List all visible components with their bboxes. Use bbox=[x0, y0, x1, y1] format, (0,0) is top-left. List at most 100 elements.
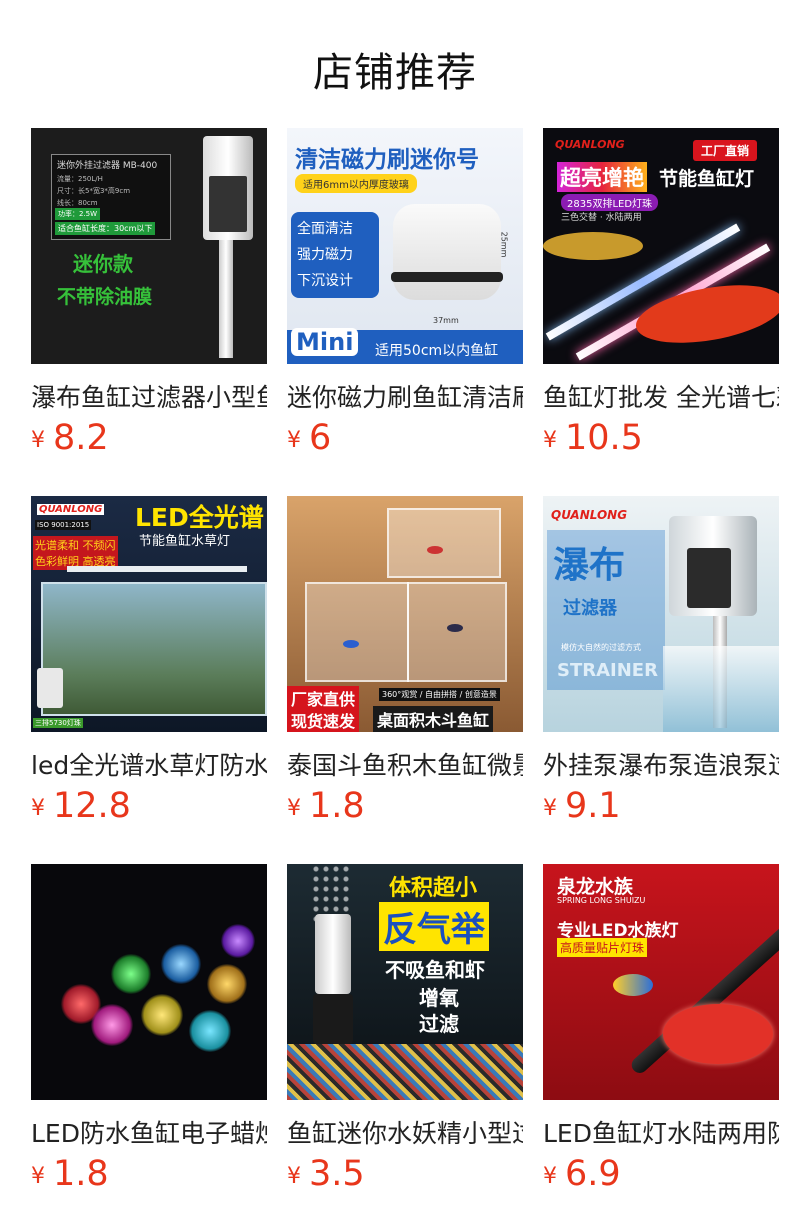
product-name[interactable]: LED防水鱼缸电子蜡烛灯 bbox=[31, 1114, 267, 1150]
currency-symbol: ¥ bbox=[543, 1164, 557, 1189]
candle-light bbox=[161, 944, 201, 984]
image-text: Mini bbox=[291, 328, 359, 356]
image-text: STRAINER bbox=[557, 660, 658, 681]
product-price: ¥6.9 bbox=[543, 1154, 621, 1194]
product-card[interactable]: 清洁磁力刷迷你号 适用6mm以内厚度玻璃 全面清洁 强力磁力 下沉设计 25mm… bbox=[287, 128, 523, 458]
product-price: ¥3.5 bbox=[287, 1154, 365, 1194]
magnet-brush bbox=[393, 204, 501, 300]
image-text: 超亮增艳 bbox=[557, 162, 647, 192]
image-text: 瀑布 bbox=[553, 545, 626, 586]
image-text: 节能鱼缸水草灯 bbox=[139, 534, 231, 549]
filter-chamber bbox=[209, 176, 247, 232]
product-image[interactable]: 泉龙水族 SPRING LONG SHUIZU 专业LED水族灯 高质量贴片灯珠 bbox=[543, 864, 779, 1100]
product-image[interactable]: 清洁磁力刷迷你号 适用6mm以内厚度玻璃 全面清洁 强力磁力 下沉设计 25mm… bbox=[287, 128, 523, 364]
brand-logo: QUANLONG bbox=[551, 508, 628, 522]
betta-fish bbox=[343, 640, 359, 648]
filter-pipe bbox=[219, 240, 233, 358]
product-image[interactable]: 迷你外挂过滤器 MB-400 流量：250L/H 尺寸：长5*宽3*高9cm 线… bbox=[31, 128, 267, 364]
product-name[interactable]: LED鱼缸灯水陆两用防水灯 bbox=[543, 1114, 779, 1150]
product-image[interactable]: 体积超小 反气举 不吸鱼和虾 增氧 过滤 bbox=[287, 864, 523, 1100]
brand-logo: QUANLONG bbox=[37, 504, 105, 515]
product-price: ¥9.1 bbox=[543, 786, 621, 826]
price-value: 6 bbox=[309, 418, 332, 458]
image-text: 模仿大自然的过滤方式 bbox=[561, 643, 641, 652]
product-card[interactable]: 泉龙水族 SPRING LONG SHUIZU 专业LED水族灯 高质量贴片灯珠… bbox=[543, 864, 779, 1194]
filter-chamber bbox=[687, 548, 731, 608]
image-text: 现货速发 bbox=[287, 708, 360, 732]
image-text: 工厂直销 bbox=[693, 140, 758, 161]
image-text: 迷你款 bbox=[73, 252, 133, 276]
price-value: 6.9 bbox=[565, 1154, 621, 1194]
product-image[interactable]: QUANLONG 工厂直销 超亮增艳 节能鱼缸灯 2835双排LED灯珠 三色交… bbox=[543, 128, 779, 364]
candle-light bbox=[91, 1004, 133, 1046]
image-text: 迷你外挂过滤器 MB-400 bbox=[57, 161, 158, 171]
image-text: 厂家直供 bbox=[287, 686, 360, 710]
currency-symbol: ¥ bbox=[31, 796, 45, 821]
image-text: ISO 9001:2015 bbox=[35, 520, 92, 530]
image-text: 桌面积木斗鱼缸 bbox=[373, 706, 494, 732]
sponge-filter bbox=[313, 994, 353, 1044]
price-value: 8.2 bbox=[53, 418, 109, 458]
image-text: 适用50cm以内鱼缸 bbox=[375, 343, 499, 359]
product-price: ¥12.8 bbox=[31, 786, 131, 826]
image-text: 增氧 bbox=[419, 986, 459, 1010]
image-text: 流量：250L/H bbox=[57, 175, 103, 183]
currency-symbol: ¥ bbox=[543, 796, 557, 821]
product-price: ¥6 bbox=[287, 418, 331, 458]
product-card[interactable]: QUANLONG 瀑布 过滤器 模仿大自然的过滤方式 STRAINER 外挂泵瀑… bbox=[543, 496, 779, 826]
product-price: ¥10.5 bbox=[543, 418, 643, 458]
image-text: 不吸鱼和虾 bbox=[385, 958, 485, 982]
candle-light bbox=[221, 924, 255, 958]
gravel bbox=[287, 1044, 523, 1100]
product-card[interactable]: 厂家直供 现货速发 360°观赏 / 自由拼搭 / 创意造景 桌面积木斗鱼缸 泰… bbox=[287, 496, 523, 826]
aquarium-tank bbox=[41, 582, 267, 716]
image-text: 节能鱼缸灯 bbox=[659, 168, 755, 190]
price-value: 10.5 bbox=[565, 418, 643, 458]
candle-light bbox=[141, 994, 183, 1036]
led-lamp bbox=[67, 566, 247, 572]
product-name[interactable]: 外挂泵瀑布泵造浪泵过滤器 bbox=[543, 746, 779, 782]
product-name[interactable]: 鱼缸迷你水妖精小型过滤器 bbox=[287, 1114, 523, 1150]
product-name[interactable]: led全光谱水草灯防水鱼缸灯 bbox=[31, 746, 267, 782]
block-tank bbox=[387, 508, 501, 578]
product-image[interactable]: 厂家直供 现货速发 360°观赏 / 自由拼搭 / 创意造景 桌面积木斗鱼缸 bbox=[287, 496, 523, 732]
arowana-fish bbox=[663, 1004, 773, 1064]
product-card[interactable]: QUANLONG ISO 9001:2015 LED全光谱 节能鱼缸水草灯 光谱… bbox=[31, 496, 267, 826]
image-text: 三色交替 · 水陆两用 bbox=[561, 213, 642, 223]
currency-symbol: ¥ bbox=[31, 428, 45, 453]
price-value: 9.1 bbox=[565, 786, 621, 826]
image-text: 适用6mm以内厚度玻璃 bbox=[295, 174, 417, 193]
product-image[interactable]: QUANLONG 瀑布 过滤器 模仿大自然的过滤方式 STRAINER bbox=[543, 496, 779, 732]
image-text: 尺寸：长5*宽3*高9cm bbox=[57, 187, 131, 195]
product-image[interactable] bbox=[31, 864, 267, 1100]
product-name[interactable]: 泰国斗鱼积木鱼缸微景观 bbox=[287, 746, 523, 782]
image-text: 过滤器 bbox=[563, 598, 617, 619]
product-card[interactable]: 体积超小 反气举 不吸鱼和虾 增氧 过滤 鱼缸迷你水妖精小型过滤器 ¥3.5 bbox=[287, 864, 523, 1194]
product-card[interactable]: QUANLONG 工厂直销 超亮增艳 节能鱼缸灯 2835双排LED灯珠 三色交… bbox=[543, 128, 779, 458]
image-text: 清洁磁力刷迷你号 bbox=[295, 147, 479, 173]
product-image[interactable]: QUANLONG ISO 9001:2015 LED全光谱 节能鱼缸水草灯 光谱… bbox=[31, 496, 267, 732]
image-text: LED全光谱 bbox=[135, 503, 264, 532]
waterfall bbox=[663, 646, 779, 732]
price-value: 1.8 bbox=[53, 1154, 109, 1194]
image-text: 高质量贴片灯珠 bbox=[557, 938, 648, 957]
image-text: 体积超小 bbox=[389, 876, 478, 901]
price-value: 3.5 bbox=[309, 1154, 365, 1194]
product-card[interactable]: LED防水鱼缸电子蜡烛灯 ¥1.8 bbox=[31, 864, 267, 1194]
product-name[interactable]: 迷你磁力刷鱼缸清洁刷磁铁擦 bbox=[287, 378, 523, 414]
power-adapter bbox=[37, 668, 63, 708]
price-value: 1.8 bbox=[309, 786, 365, 826]
product-price: ¥1.8 bbox=[287, 786, 365, 826]
product-price: ¥1.8 bbox=[31, 1154, 109, 1194]
product-name[interactable]: 瀑布鱼缸过滤器小型鱼缸外挂式过滤器 bbox=[31, 378, 267, 414]
currency-symbol: ¥ bbox=[287, 428, 301, 453]
image-text: 反气举 bbox=[379, 902, 489, 951]
product-name[interactable]: 鱼缸灯批发 全光谱七彩LED灯 bbox=[543, 378, 779, 414]
image-text: 功率：2.5W bbox=[55, 208, 101, 220]
image-text: 过滤 bbox=[419, 1012, 459, 1036]
product-card[interactable]: 迷你外挂过滤器 MB-400 流量：250L/H 尺寸：长5*宽3*高9cm 线… bbox=[31, 128, 267, 458]
image-text: 强力磁力 bbox=[297, 247, 353, 263]
air-lift-tube bbox=[315, 914, 351, 994]
candle-light bbox=[189, 1010, 231, 1052]
betta-fish bbox=[447, 624, 463, 632]
